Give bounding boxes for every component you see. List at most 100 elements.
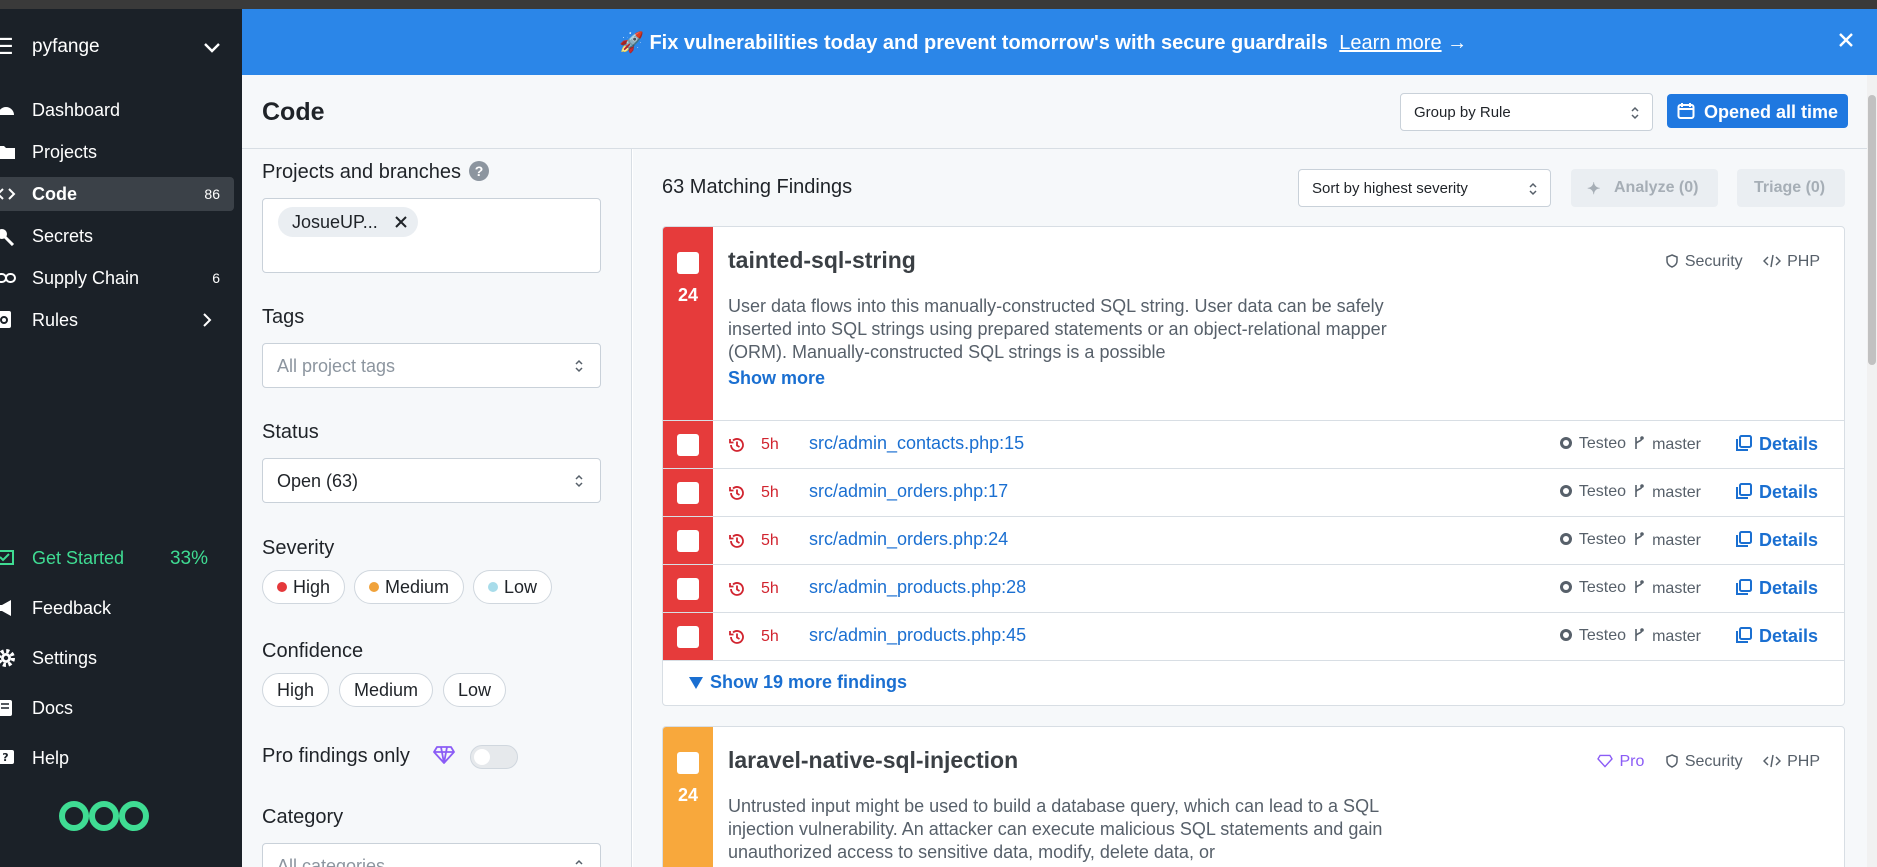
show-more-link[interactable]: Show more (728, 368, 825, 389)
external-window-icon (1735, 531, 1752, 547)
severity-bar: 24 (663, 727, 713, 867)
link-chain-icon (0, 273, 16, 283)
tags-select[interactable]: All project tags (262, 343, 601, 388)
sidebar-item-dashboard[interactable]: Dashboard (0, 93, 234, 127)
status-value: Open (63) (277, 471, 359, 491)
sidebar-item-count: 6 (212, 270, 220, 286)
finding-branch-label: master (1652, 580, 1701, 597)
finding-path-link[interactable]: src/admin_products.php:28 (809, 577, 1026, 598)
severity-bar (663, 469, 713, 517)
remove-chip-icon[interactable] (394, 215, 408, 229)
chevron-down-icon[interactable] (200, 35, 224, 59)
details-link[interactable]: Details (1735, 530, 1818, 551)
sidebar-item-rules[interactable]: Rules (0, 303, 234, 337)
github-icon (1559, 533, 1572, 545)
severity-low-pill[interactable]: Low (473, 570, 553, 604)
details-link[interactable]: Details (1735, 434, 1818, 455)
sidebar-item-label: Secrets (32, 226, 94, 246)
status-select[interactable]: Open (63) (262, 458, 601, 503)
close-icon[interactable] (1837, 31, 1855, 49)
github-icon (1559, 485, 1572, 497)
sidebar-item-docs[interactable]: Docs (0, 691, 234, 725)
project-chip[interactable]: JosueUP... (278, 207, 418, 237)
sidebar-item-help[interactable]: ? Help (0, 741, 234, 775)
sidebar-item-settings[interactable]: Settings (0, 641, 234, 675)
sidebar-item-get-started[interactable]: Get Started 33% (0, 541, 234, 575)
arrow-right-icon[interactable]: → (1447, 32, 1467, 54)
category-select[interactable]: All categories (262, 843, 601, 867)
megaphone-icon (0, 600, 11, 616)
finding-row[interactable]: 5h src/admin_products.php:28 Testeo mast… (663, 564, 1844, 613)
filters-panel: Projects and branches? JosueUP... Tags A… (242, 149, 632, 867)
page-scrollbar[interactable] (1867, 75, 1877, 867)
sidebar-item-label: Docs (32, 698, 74, 718)
sidebar-item-supply-chain[interactable]: Supply Chain 6 (0, 261, 234, 295)
group-checkbox[interactable] (677, 252, 699, 274)
finding-row[interactable]: 5h src/admin_products.php:45 Testeo mast… (663, 612, 1844, 661)
select-arrows-icon (1529, 182, 1537, 196)
show-more-findings-link[interactable]: Show 19 more findings (688, 672, 907, 693)
get-started-percent: 33% (169, 548, 208, 569)
opened-all-time-button[interactable]: Opened all time (1667, 94, 1848, 128)
gear-icon (0, 649, 15, 667)
finding-branch: master (1632, 483, 1701, 502)
sort-select[interactable]: Sort by highest severity (1298, 169, 1551, 207)
projects-filter-label-text: Projects and branches (262, 161, 462, 183)
finding-age: 5h (761, 532, 779, 549)
help-circle-icon[interactable]: ? (469, 161, 490, 181)
banner-learn-more-link[interactable]: Learn more (1339, 32, 1441, 54)
finding-row[interactable]: 5h src/admin_contacts.php:15 Testeo mast… (663, 420, 1844, 469)
history-icon (729, 438, 744, 452)
opened-all-time-label: Opened all time (1704, 102, 1839, 122)
sidebar-item-secrets[interactable]: Secrets (0, 219, 234, 253)
finding-checkbox[interactable] (677, 578, 699, 600)
details-link[interactable]: Details (1735, 578, 1818, 599)
analyze-button[interactable]: ✦ Analyze (0) (1571, 169, 1718, 207)
severity-pill-label: Medium (385, 577, 450, 597)
finding-path-link[interactable]: src/admin_orders.php:24 (809, 529, 1008, 550)
sidebar-item-count: 86 (204, 186, 220, 202)
finding-row[interactable]: 5h src/admin_orders.php:17 Testeo master… (663, 468, 1844, 517)
details-link[interactable]: Details (1735, 626, 1818, 647)
confidence-high-pill[interactable]: High (262, 673, 330, 707)
severity-high-pill[interactable]: High (262, 570, 346, 604)
projects-branches-input[interactable]: JosueUP... (262, 198, 601, 273)
select-arrows-icon (1631, 106, 1639, 120)
finding-path-link[interactable]: src/admin_contacts.php:15 (809, 433, 1024, 454)
details-link[interactable]: Details (1735, 482, 1818, 503)
sidebar-item-projects[interactable]: Projects (0, 135, 234, 169)
org-switcher[interactable]: ☰ pyfange (0, 31, 242, 61)
sidebar-item-code[interactable]: Code 86 (0, 177, 234, 211)
finding-checkbox[interactable] (677, 482, 699, 504)
finding-repo-label: Testeo (1578, 483, 1626, 500)
finding-repo: Testeo (1559, 579, 1626, 597)
pro-findings-toggle[interactable] (470, 745, 518, 769)
menu-icon[interactable]: ☰ (0, 34, 14, 60)
finding-path-link[interactable]: src/admin_orders.php:17 (809, 481, 1008, 502)
group-by-select[interactable]: Group by Rule (1400, 93, 1653, 131)
severity-dot (488, 582, 498, 592)
finding-path-link[interactable]: src/admin_products.php:45 (809, 625, 1026, 646)
finding-row[interactable]: 5h src/admin_orders.php:24 Testeo master… (663, 516, 1844, 565)
severity-medium-pill[interactable]: Medium (354, 570, 465, 604)
finding-branch: master (1632, 435, 1701, 454)
shield-icon (1666, 254, 1678, 268)
rule-name[interactable]: tainted-sql-string (728, 247, 916, 274)
category-placeholder: All categories (277, 856, 386, 867)
banner-message: 🚀 Fix vulnerabilities today and prevent … (619, 30, 1467, 55)
confidence-medium-pill[interactable]: Medium (339, 673, 434, 707)
confidence-low-pill[interactable]: Low (443, 673, 507, 707)
show-more-findings-label: Show 19 more findings (710, 672, 908, 692)
finding-checkbox[interactable] (677, 434, 699, 456)
finding-checkbox[interactable] (677, 626, 699, 648)
rule-name[interactable]: laravel-native-sql-injection (728, 747, 1018, 774)
scrollbar-thumb[interactable] (1868, 95, 1876, 365)
group-checkbox[interactable] (677, 752, 699, 774)
triage-button[interactable]: Triage (0) (1737, 169, 1845, 207)
finding-checkbox[interactable] (677, 530, 699, 552)
sidebar-item-label: Help (32, 748, 70, 768)
toggle-knob (474, 749, 490, 765)
checklist-icon (0, 550, 14, 565)
sidebar-item-feedback[interactable]: Feedback (0, 591, 234, 625)
semgrep-logo[interactable] (58, 796, 150, 836)
